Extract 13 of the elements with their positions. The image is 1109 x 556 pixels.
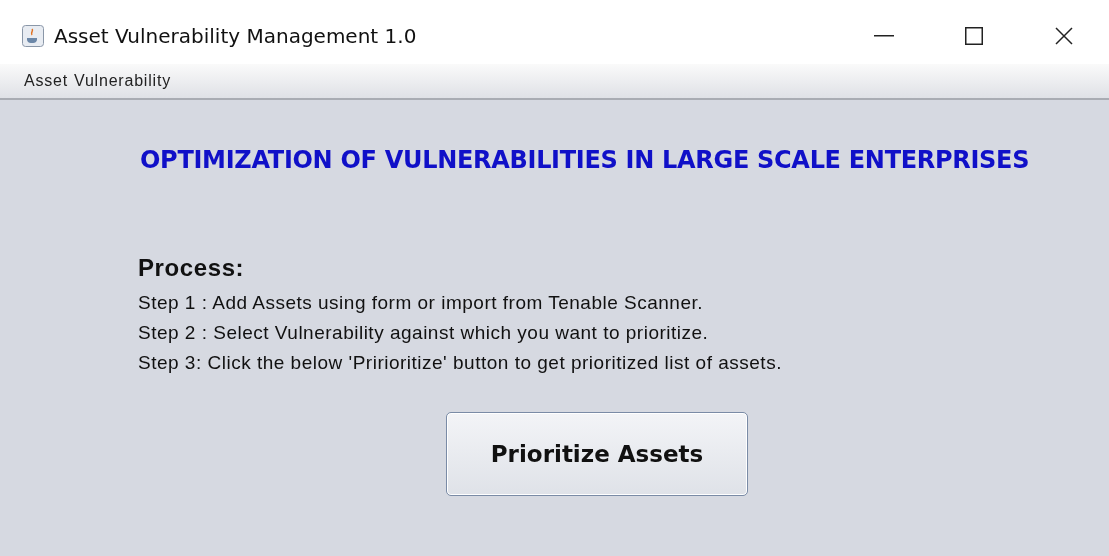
process-step: Step 3: Click the below 'Pririoritize' button to get prioritized list of assets.: [138, 348, 782, 378]
menu-item[interactable]: Asset: [24, 72, 68, 90]
maximize-icon: [965, 27, 983, 45]
java-cup-icon: [22, 25, 44, 47]
process-title: Process:: [138, 254, 245, 282]
process-step: Step 1 : Add Assets using form or import from Tenable Scanner.: [138, 288, 704, 318]
window-title: Asset Vulnerability Management 1.0: [54, 24, 418, 48]
close-icon: [1055, 27, 1073, 45]
menu-item[interactable]: Vulnerability: [74, 72, 171, 90]
page-heading: OPTIMIZATION OF VULNERABILITIES IN LARGE SCALE ENTERPRISES: [140, 146, 1030, 174]
process-step: Step 2 : Select Vulnerability against which you want to prioritize.: [138, 318, 709, 348]
prioritize-button[interactable]: Prioritize Assets: [446, 412, 748, 496]
minimize-icon: [874, 35, 894, 37]
